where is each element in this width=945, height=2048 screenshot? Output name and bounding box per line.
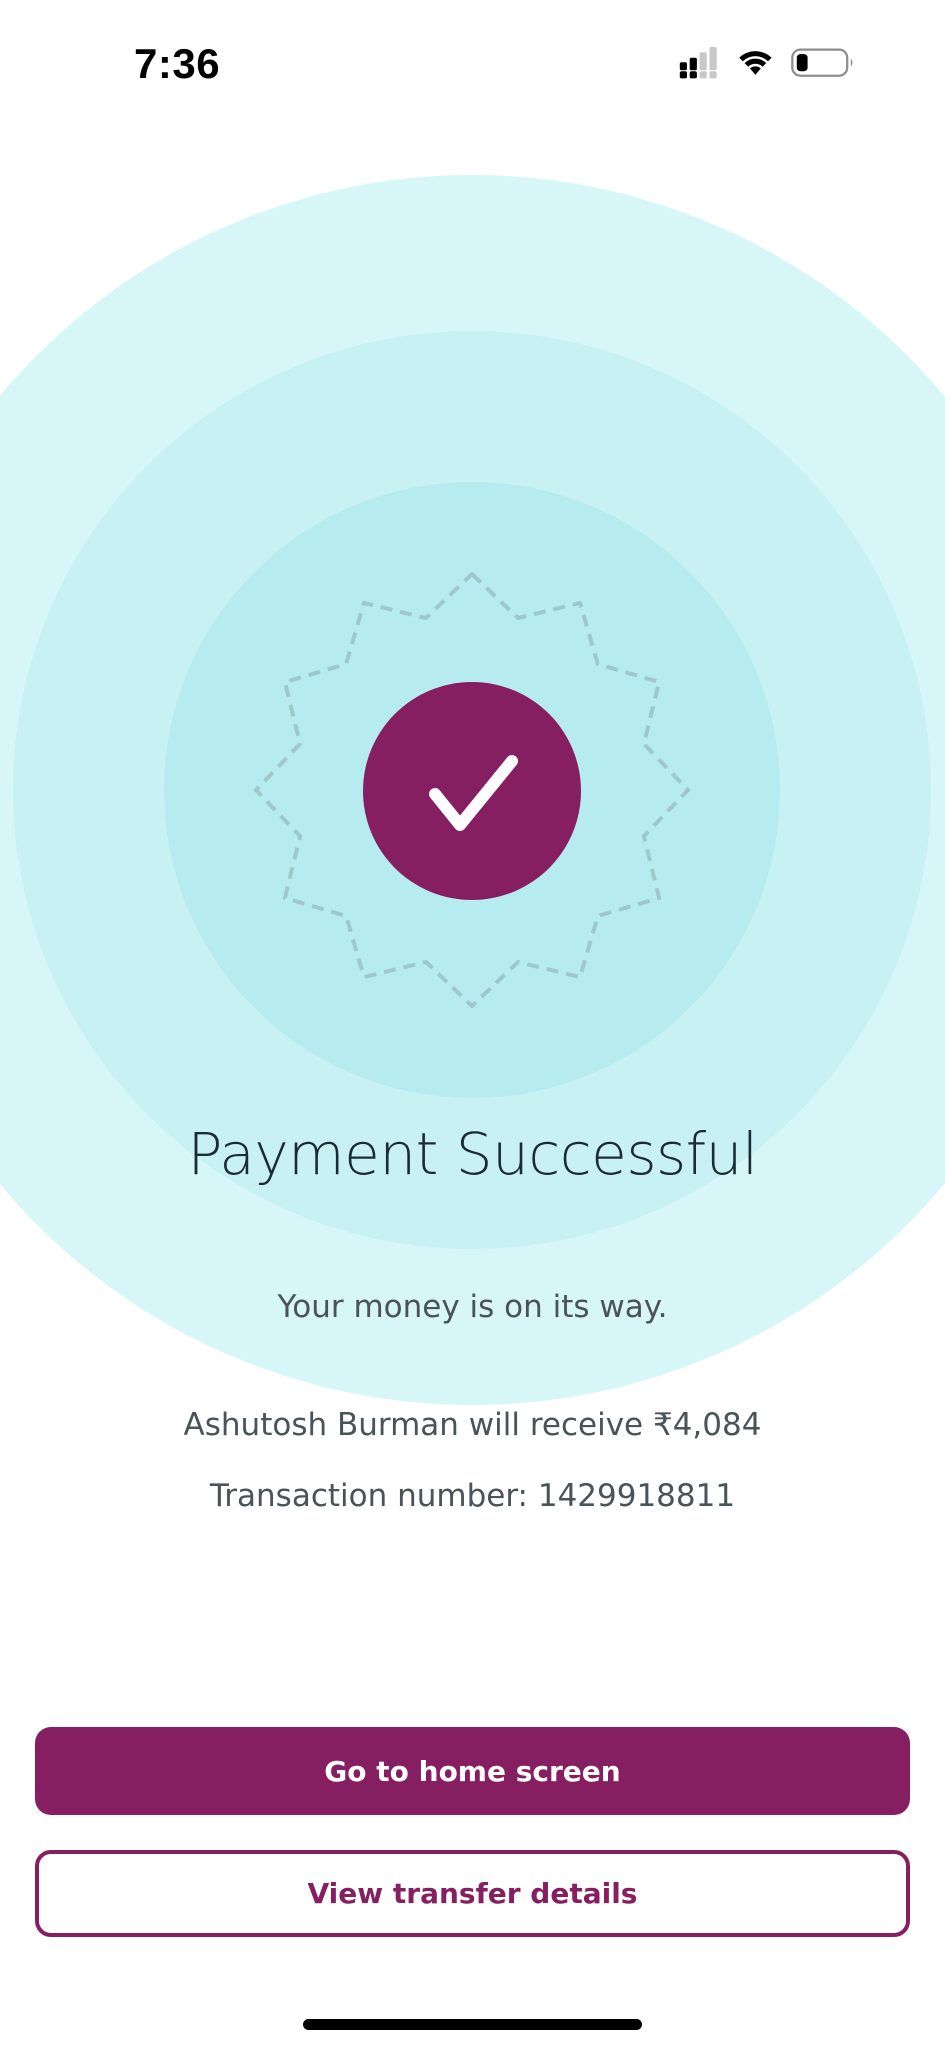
view-transfer-details-button-label: View transfer details xyxy=(307,1877,638,1910)
go-home-button-label: Go to home screen xyxy=(324,1754,621,1788)
home-indicator[interactable] xyxy=(303,2019,642,2030)
wifi-icon xyxy=(739,51,772,75)
payment-success-screen: 7:36 Payment Successful Your money is on… xyxy=(0,0,945,2048)
success-badge xyxy=(363,682,581,900)
view-transfer-details-button[interactable]: View transfer details xyxy=(35,1850,910,1937)
status-time: 7:36 xyxy=(134,40,221,87)
go-home-button[interactable]: Go to home screen xyxy=(35,1727,910,1815)
transaction-number-text: Transaction number: 1429918811 xyxy=(209,1478,736,1514)
status-icons xyxy=(679,46,853,79)
page-title: Payment Successful xyxy=(187,1120,758,1188)
recipient-amount-text: Ashutosh Burman will receive ₹4,084 xyxy=(183,1407,762,1443)
signal-icon xyxy=(679,46,717,79)
checkmark-icon xyxy=(429,755,518,831)
status-subtitle: Your money is on its way. xyxy=(277,1289,668,1325)
battery-icon xyxy=(791,48,853,77)
